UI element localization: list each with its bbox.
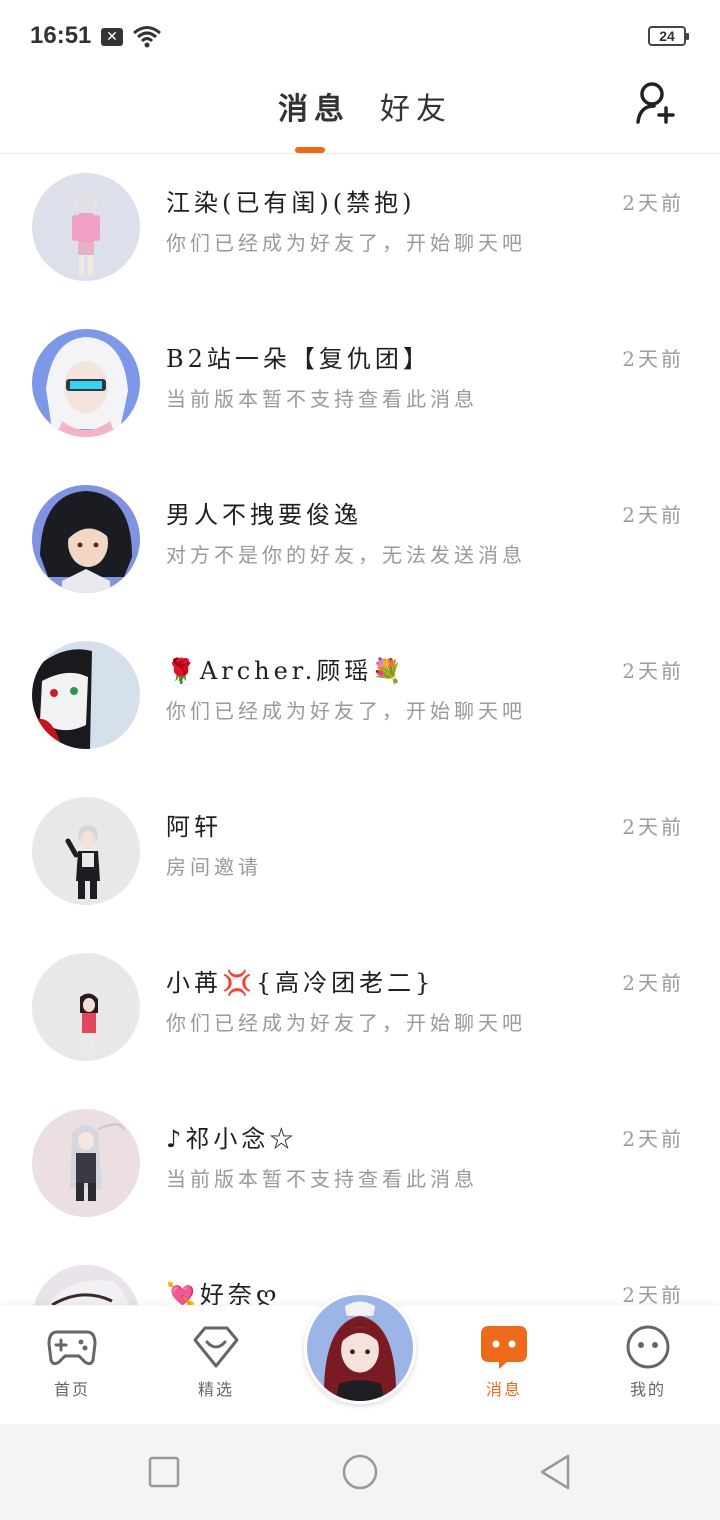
chat-name: 💘好奈ღ: [166, 1281, 281, 1305]
notification-x-icon: ✕: [101, 28, 123, 46]
avatar: [32, 1265, 140, 1305]
chat-item[interactable]: 🌹Archer.顾瑶💐 你们已经成为好友了，开始聊天吧 2天前: [0, 623, 720, 779]
status-time: 16:51: [30, 22, 92, 49]
chat-preview: 当前版本暂不支持查看此消息: [166, 1167, 478, 1191]
system-nav-bar: [0, 1424, 720, 1520]
chat-name: 🌹Archer.顾瑶💐: [166, 657, 407, 685]
avatar: [32, 1109, 140, 1217]
nav-item-home[interactable]: 首页: [27, 1324, 117, 1400]
chat-list: 江染(已有闺)(禁抱) 你们已经成为好友了，开始聊天吧 2天前 B2站一朵【复仇…: [0, 155, 720, 1305]
back-icon[interactable]: [538, 1454, 574, 1490]
header: 消息 好友: [0, 72, 720, 154]
chat-name: 男人不拽要俊逸: [166, 501, 362, 529]
battery-level: 24: [659, 28, 675, 44]
status-bar: 16:51 ✕ 24: [0, 0, 720, 72]
nav-item-featured[interactable]: 精选: [171, 1324, 261, 1400]
chat-item[interactable]: ♪祁小念☆ 当前版本暂不支持查看此消息 2天前: [0, 1091, 720, 1247]
tab-messages[interactable]: 消息: [278, 84, 350, 128]
chat-name: 阿轩: [166, 813, 222, 841]
nav-label: 首页: [53, 1380, 90, 1399]
nav-label: 消息: [485, 1380, 522, 1399]
chat-time: 2天前: [622, 971, 684, 995]
battery-icon: 24: [648, 26, 689, 46]
avatar: [32, 329, 140, 437]
chat-preview: 你们已经成为好友了，开始聊天吧: [166, 1011, 526, 1035]
avatar: [32, 173, 140, 281]
chat-preview: 当前版本暂不支持查看此消息: [166, 387, 478, 411]
chat-name: 江染(已有闺)(禁抱): [166, 189, 416, 217]
chat-time: 2天前: [622, 347, 684, 371]
chat-bubble-icon: [481, 1326, 527, 1369]
avatar: [32, 797, 140, 905]
nav-item-me[interactable]: 我的: [603, 1324, 693, 1400]
tab-indicator: [295, 147, 325, 153]
recent-apps-icon[interactable]: [146, 1454, 182, 1490]
chat-item[interactable]: 阿轩 房间邀请 2天前: [0, 779, 720, 935]
chat-name: 小苒💢{高冷团老二}: [166, 969, 435, 997]
nav-label: 精选: [197, 1380, 234, 1399]
chat-preview: 你们已经成为好友了，开始聊天吧: [166, 699, 526, 723]
chat-item[interactable]: B2站一朵【复仇团】 当前版本暂不支持查看此消息 2天前: [0, 311, 720, 467]
chat-preview: 对方不是你的好友，无法发送消息: [166, 543, 526, 567]
chat-time: 2天前: [622, 1283, 684, 1305]
chat-time: 2天前: [622, 191, 684, 215]
chat-time: 2天前: [622, 659, 684, 683]
avatar: [32, 485, 140, 593]
center-avatar-button[interactable]: [304, 1292, 416, 1404]
home-icon[interactable]: [342, 1454, 378, 1490]
nav-label: 我的: [629, 1380, 666, 1399]
chat-time: 2天前: [622, 1127, 684, 1151]
chat-time: 2天前: [622, 503, 684, 527]
tab-friends[interactable]: 好友: [380, 84, 452, 128]
add-person-icon[interactable]: [634, 80, 680, 126]
chat-time: 2天前: [622, 815, 684, 839]
chat-item[interactable]: 男人不拽要俊逸 对方不是你的好友，无法发送消息 2天前: [0, 467, 720, 623]
chat-name: ♪祁小念☆: [166, 1125, 298, 1153]
chat-name: B2站一朵【复仇团】: [166, 345, 431, 373]
avatar: [32, 953, 140, 1061]
chat-item[interactable]: 江染(已有闺)(禁抱) 你们已经成为好友了，开始聊天吧 2天前: [0, 155, 720, 311]
gamepad-icon: [47, 1330, 97, 1366]
chat-preview: 房间邀请: [166, 855, 262, 879]
chat-preview: 你们已经成为好友了，开始聊天吧: [166, 231, 526, 255]
chat-item[interactable]: 小苒💢{高冷团老二} 你们已经成为好友了，开始聊天吧 2天前: [0, 935, 720, 1091]
nav-item-messages[interactable]: 消息: [459, 1324, 549, 1400]
avatar: [32, 641, 140, 749]
heart-diamond-icon: [193, 1326, 239, 1368]
smiley-face-icon: [626, 1325, 670, 1369]
wifi-icon: [133, 26, 161, 48]
